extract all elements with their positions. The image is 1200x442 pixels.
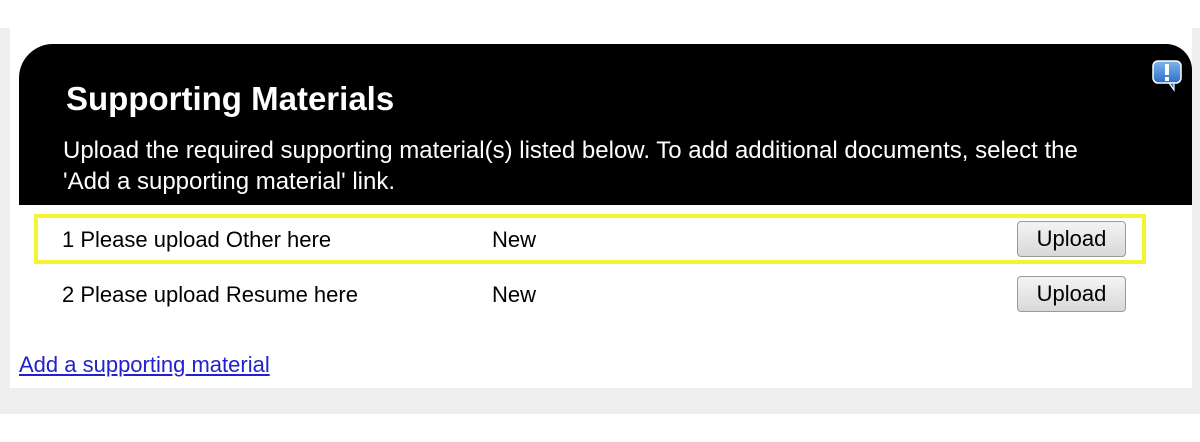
material-status: New (492, 282, 537, 307)
panel-header: Supporting Materials Upload the required… (19, 44, 1192, 205)
upload-button[interactable]: Upload (1017, 276, 1126, 312)
upload-button[interactable]: Upload (1017, 221, 1126, 257)
material-label: 2 Please upload Resume here (62, 282, 358, 307)
material-status: New (492, 227, 537, 252)
add-supporting-material-link[interactable]: Add a supporting material (19, 352, 270, 378)
supporting-materials-panel: Supporting Materials Upload the required… (10, 28, 1192, 388)
material-label: 1 Please upload Other here (62, 227, 332, 252)
material-row-1: 1 Please upload Other here New Upload (34, 214, 1146, 264)
page-title: Supporting Materials (66, 80, 395, 117)
material-row-2: 2 Please upload Resume here New Upload (34, 269, 1146, 319)
help-icon[interactable] (1152, 60, 1182, 92)
instructions-text: Upload the required supporting material(… (63, 137, 1078, 195)
